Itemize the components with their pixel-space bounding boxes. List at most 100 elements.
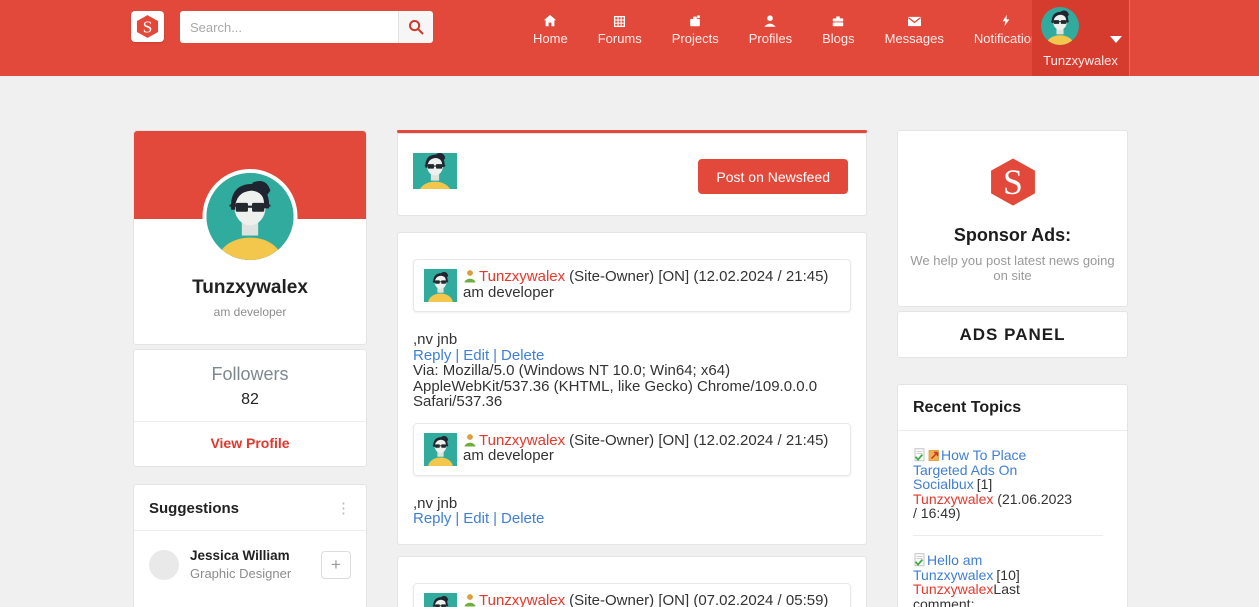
composer-avatar [413, 153, 457, 189]
post-author-avatar[interactable] [424, 269, 457, 302]
post-actions: Reply | Edit | Delete [413, 511, 851, 527]
followers-count: 82 [241, 391, 259, 408]
search-button[interactable] [398, 11, 433, 43]
site-logo[interactable]: S [131, 11, 164, 42]
topic-author-link[interactable]: Tunzxywalex [913, 581, 993, 597]
suggestion-name: Jessica William [190, 548, 290, 563]
topic-reply-count: [1] [976, 476, 993, 493]
main-navigation: Home Forums Projects Profiles Blogs Mess… [518, 12, 1053, 46]
top-navigation-bar: S Home Forums Projects [0, 0, 1259, 76]
post-actions: Reply | Edit | Delete [413, 346, 851, 364]
topic-list-item: How To Place Targeted Ads On Socialbux [1… [913, 448, 1075, 521]
profile-stats-card: Followers 82 View Profile [133, 349, 367, 467]
post-text: ,nv jnb [413, 494, 458, 512]
search-input[interactable] [180, 11, 398, 43]
view-profile-link[interactable]: View Profile [210, 435, 289, 451]
post-text: ,nv jnb [413, 331, 458, 348]
more-options-icon[interactable]: ⋮ [336, 501, 351, 516]
profile-avatar[interactable] [202, 169, 298, 264]
nav-item-profiles[interactable]: Profiles [734, 12, 807, 46]
post-author-link[interactable]: Tunzxywalex [479, 432, 565, 449]
view-profile-block: View Profile [134, 422, 366, 466]
suggestion-texts: Jessica William Graphic Designer [190, 548, 321, 581]
nav-label: Profiles [748, 31, 793, 46]
page-body: Tunzxywalex am developer Followers 82 Vi… [0, 76, 1259, 607]
post-user-agent: Via: Mozilla/5.0 (Windows NT 10.0; Win64… [413, 362, 818, 410]
online-user-icon [463, 593, 477, 607]
nav-item-blogs[interactable]: Blogs [807, 12, 870, 46]
delete-link[interactable]: Delete [501, 347, 544, 364]
nav-item-home[interactable]: Home [518, 12, 583, 46]
user-name: Tunzxywalex [1043, 53, 1118, 68]
post-author-text: Tunzxywalex (Site-Owner) [ON] (12.02.2024… [424, 431, 840, 464]
suggestions-title: Suggestions [149, 500, 240, 517]
online-user-icon [463, 269, 477, 283]
post-card: Tunzxywalex (Site-Owner) [ON] (07.02.2024… [397, 555, 867, 607]
right-sidebar: S Sponsor Ads: We help you post latest n… [897, 130, 1128, 607]
suggestion-list-item: Jessica William Graphic Designer + [134, 531, 366, 598]
post-author-avatar[interactable] [424, 592, 457, 607]
suggestion-role: Graphic Designer [190, 566, 292, 581]
post-author-tagline: am developer [463, 447, 554, 464]
left-sidebar: Tunzxywalex am developer Followers 82 Vi… [133, 130, 367, 607]
site-logo-icon: S [136, 15, 159, 38]
home-icon [543, 12, 557, 28]
nav-item-forums[interactable]: Forums [583, 12, 657, 46]
topic-author-link[interactable]: Tunzxywalex [913, 491, 993, 507]
user-avatar[interactable] [1041, 7, 1079, 45]
nav-label: Notification [973, 31, 1039, 46]
projects-icon [688, 12, 702, 28]
recent-topics-card: Recent Topics How To Place Targeted Ads … [897, 384, 1128, 607]
nav-label: Home [533, 31, 568, 46]
post-author-avatar[interactable] [424, 432, 457, 466]
post-meta: (Site-Owner) [ON] (12.02.2024 / 21:45) [569, 268, 829, 285]
post-author-link[interactable]: Tunzxywalex [479, 268, 565, 285]
profile-card: Tunzxywalex am developer [133, 130, 367, 345]
suggestion-avatar [149, 549, 179, 580]
suggestions-header: Suggestions ⋮ [134, 485, 366, 531]
topic-hot-icon [927, 448, 941, 462]
post-author-header: Tunzxywalex (Site-Owner) [ON] (12.02.2024… [413, 259, 851, 312]
topic-list-item: Hello am Tunzxywalex [10] TunzxywalexLast… [913, 553, 1075, 607]
reply-link[interactable]: Reply [413, 347, 451, 364]
sponsor-ads-description: We help you post latest news going on si… [910, 253, 1115, 283]
post-input[interactable] [468, 153, 686, 189]
action-separator: | [455, 510, 460, 527]
nav-label: Projects [671, 31, 719, 46]
delete-link[interactable]: Delete [501, 510, 544, 527]
action-separator: | [455, 346, 460, 364]
forums-icon [613, 12, 626, 28]
topic-reply-count: [10] [996, 566, 1020, 583]
edit-link[interactable]: Edit [463, 510, 489, 527]
post-author-text: Tunzxywalex (Site-Owner) [ON] (12.02.2024… [424, 269, 840, 300]
suggestions-card: Suggestions ⋮ Jessica William Graphic De… [133, 484, 367, 607]
nav-item-messages[interactable]: Messages [870, 12, 959, 46]
post-card: Tunzxywalex (Site-Owner) [ON] (12.02.2024… [397, 232, 867, 545]
edit-link[interactable]: Edit [463, 347, 489, 364]
post-composer-card: Post on Newsfeed [397, 133, 867, 216]
profile-tagline: am developer [213, 305, 287, 319]
divider [913, 534, 1103, 536]
svg-text:S: S [143, 17, 153, 36]
profile-name: Tunzxywalex [192, 277, 308, 298]
messages-icon [907, 12, 922, 28]
sponsor-ads-title: Sponsor Ads: [953, 225, 1072, 245]
post-author-text: Tunzxywalex (Site-Owner) [ON] (07.02.2024… [424, 591, 840, 607]
ads-panel-card[interactable]: ADS PANEL [897, 311, 1128, 358]
search-bar [180, 11, 433, 43]
online-user-icon [463, 433, 477, 447]
add-friend-button[interactable]: + [321, 550, 351, 579]
nav-label: Forums [597, 31, 642, 46]
post-meta: (Site-Owner) [ON] (07.02.2024 / 05:59) [569, 591, 829, 607]
post-meta: (Site-Owner) [ON] (12.02.2024 / 21:45) [569, 431, 829, 449]
post-author-link[interactable]: Tunzxywalex [479, 592, 565, 607]
post-body: ,nv jnb Reply | Edit | Delete Via: Mozilla/5… [413, 332, 851, 410]
topic-page-check-icon [913, 448, 927, 462]
newsfeed-column: Post on Newsfeed Tunzxywalex (Site-Owner)… [397, 130, 867, 607]
reply-link[interactable]: Reply [413, 510, 451, 527]
post-body: ,nv jnb Reply | Edit | Delete [413, 494, 851, 527]
chevron-down-icon[interactable] [1110, 36, 1122, 43]
post-on-newsfeed-button[interactable]: Post on Newsfeed [698, 159, 848, 194]
ads-panel-title: ADS PANEL [959, 324, 1066, 344]
nav-item-projects[interactable]: Projects [657, 12, 734, 46]
